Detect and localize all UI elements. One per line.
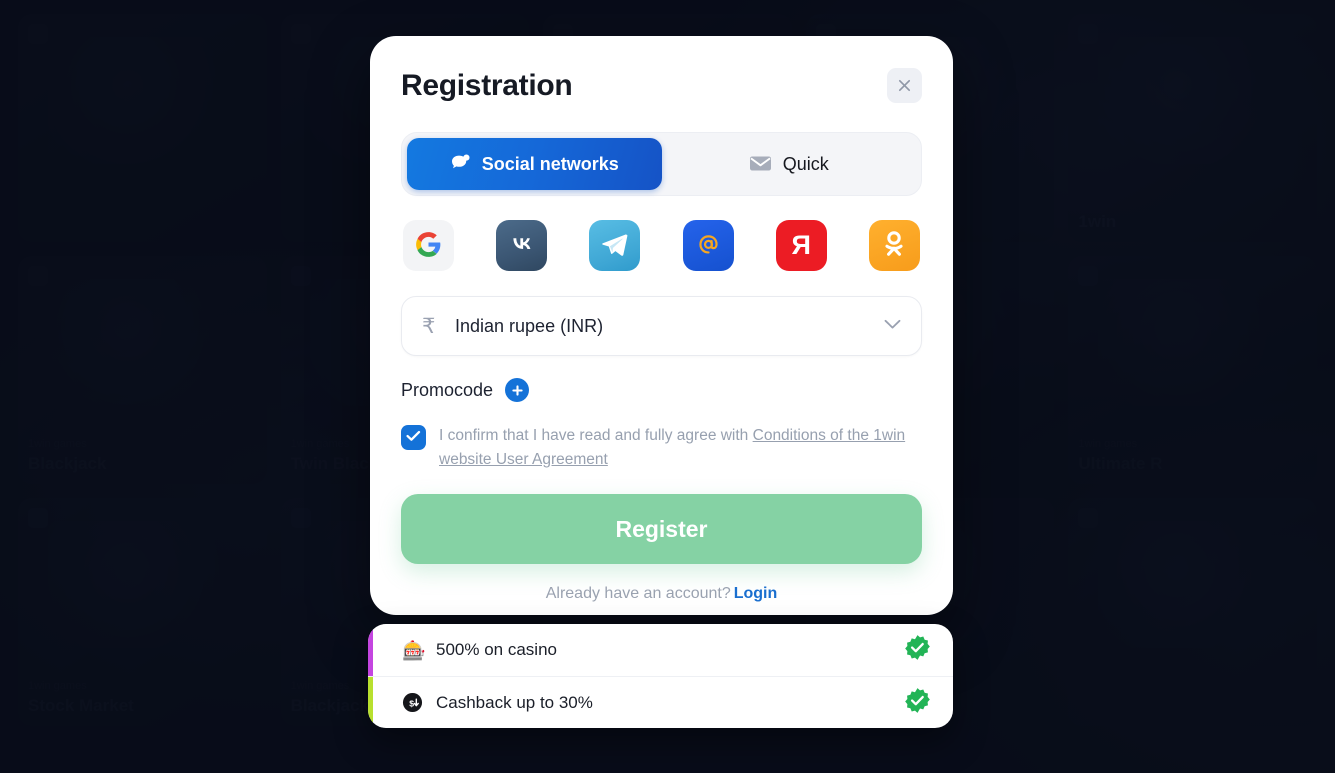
login-prompt-text: Already have an account?	[545, 585, 731, 603]
slot-machine-icon: 🎰	[402, 639, 426, 662]
odnoklassniki-icon	[882, 231, 906, 260]
cashback-coin-icon: $	[402, 692, 430, 713]
bonus-offer-text: 500% on casino	[436, 640, 557, 659]
close-button[interactable]	[887, 68, 922, 103]
terms-agreement-checkbox[interactable]	[401, 425, 426, 450]
rupee-symbol-icon: ₹	[422, 314, 436, 338]
login-prompt-row: Already have an account? Login	[401, 585, 922, 603]
social-login-google[interactable]	[403, 220, 454, 271]
page-title: Registration	[401, 69, 573, 102]
tab-quick-label: Quick	[782, 153, 829, 174]
google-icon	[415, 231, 442, 261]
bonus-offer-text: Cashback up to 30%	[436, 692, 593, 712]
vk-icon	[507, 234, 537, 257]
plus-icon	[511, 384, 524, 397]
svg-text:$: $	[409, 698, 414, 708]
registration-method-tabs: Social networks Quick	[401, 132, 922, 196]
terms-agreement-row: I confirm that I have read and fully agr…	[401, 424, 922, 471]
login-link[interactable]: Login	[734, 585, 778, 602]
social-login-mailru[interactable]	[682, 220, 734, 271]
bonus-offers-card: 🎰 500% on casino $ Cashback up to 30%	[368, 624, 953, 728]
yandex-icon: Я	[791, 230, 811, 260]
modal-header: Registration	[401, 66, 922, 110]
chevron-down-icon	[884, 317, 901, 335]
list-item[interactable]: $ Cashback up to 30%	[368, 676, 953, 728]
terms-agreement-text: I confirm that I have read and fully agr…	[439, 424, 922, 471]
accent-bar	[368, 624, 373, 676]
close-icon	[896, 77, 913, 94]
social-login-yandex[interactable]: Я	[775, 220, 827, 271]
verified-check-icon	[904, 687, 931, 719]
telegram-icon	[601, 231, 629, 260]
tab-quick[interactable]: Quick	[662, 138, 917, 190]
list-item[interactable]: 🎰 500% on casino	[368, 624, 953, 676]
terms-agreement-prefix: I confirm that I have read and fully agr…	[439, 427, 753, 444]
social-login-vk[interactable]	[496, 220, 548, 271]
check-icon	[406, 430, 421, 445]
social-login-odnoklassniki[interactable]	[868, 220, 920, 271]
chat-bubble-icon	[450, 153, 471, 175]
promocode-add-button[interactable]	[505, 378, 530, 402]
envelope-icon	[749, 154, 772, 175]
social-login-telegram[interactable]	[589, 220, 641, 271]
tab-social-networks[interactable]: Social networks	[407, 138, 662, 190]
accent-bar	[368, 677, 373, 728]
registration-modal: Registration Social networks Quick Я ₹ I…	[370, 36, 953, 615]
promocode-label: Promocode	[401, 379, 494, 400]
verified-check-icon	[904, 634, 931, 666]
social-login-buttons: Я	[401, 220, 922, 271]
currency-select[interactable]: ₹ Indian rupee (INR)	[401, 296, 922, 356]
register-button[interactable]: Register	[401, 494, 922, 565]
mailru-at-icon	[694, 230, 723, 262]
currency-select-value: Indian rupee (INR)	[455, 315, 604, 336]
tab-social-networks-label: Social networks	[481, 153, 619, 174]
promocode-row: Promocode	[401, 378, 922, 402]
